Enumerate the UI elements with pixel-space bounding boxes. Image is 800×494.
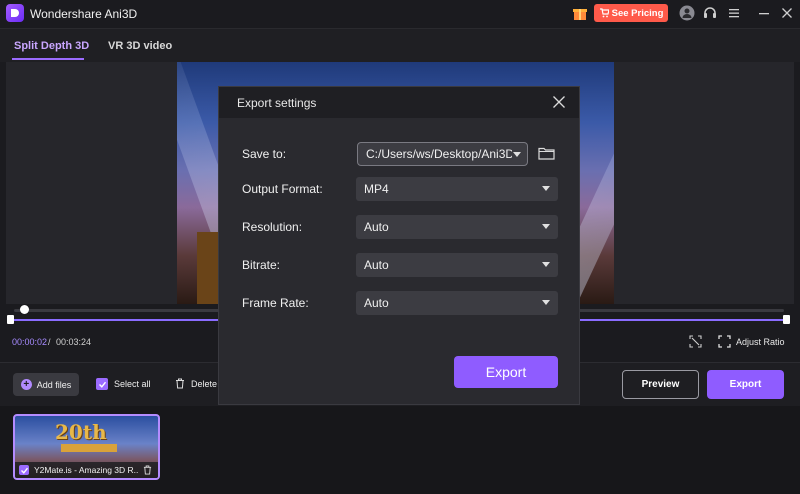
- active-tab-indicator: [12, 58, 84, 60]
- trim-start-handle[interactable]: [7, 315, 14, 324]
- dialog-header: Export settings: [219, 87, 579, 118]
- adjust-ratio-icon: [718, 335, 731, 348]
- see-pricing-label: See Pricing: [611, 7, 664, 19]
- gift-icon[interactable]: [572, 5, 588, 21]
- app-title: Wondershare Ani3D: [30, 7, 138, 21]
- select-all-label: Select all: [114, 379, 151, 389]
- file-thumbnail: [61, 444, 117, 452]
- export-button[interactable]: Export: [707, 370, 784, 399]
- adjust-ratio-label: Adjust Ratio: [736, 336, 785, 347]
- chevron-down-icon: [542, 262, 550, 267]
- checkbox-checked-icon: [96, 378, 108, 390]
- delete-button[interactable]: Delete: [175, 378, 217, 389]
- see-pricing-button[interactable]: See Pricing: [594, 4, 668, 22]
- trash-icon: [176, 378, 184, 389]
- cart-icon: [599, 8, 609, 18]
- dialog-title: Export settings: [237, 96, 317, 110]
- save-to-value: C:/Users/ws/Desktop/Ani3D: [366, 147, 512, 161]
- close-icon[interactable]: [552, 95, 566, 109]
- resolution-dropdown[interactable]: Auto: [356, 215, 558, 239]
- file-thumbnail-text: 20th: [55, 420, 107, 444]
- bitrate-value: Auto: [364, 258, 389, 272]
- export-settings-dialog: Export settings Save to: C:/Users/ws/Des…: [218, 86, 580, 405]
- output-format-value: MP4: [364, 182, 389, 196]
- chevron-down-icon: [542, 300, 550, 305]
- trim-end-handle[interactable]: [783, 315, 790, 324]
- plus-icon: +: [20, 379, 32, 390]
- resolution-label: Resolution:: [242, 220, 303, 234]
- resolution-value: Auto: [364, 220, 389, 234]
- total-time: 00:03:24: [56, 337, 92, 347]
- close-window-icon[interactable]: [779, 5, 795, 21]
- account-icon[interactable]: [679, 5, 695, 21]
- save-to-dropdown[interactable]: C:/Users/ws/Desktop/Ani3D: [357, 142, 528, 166]
- dialog-export-button[interactable]: Export: [454, 356, 558, 388]
- title-bar: Wondershare Ani3D See Pricing: [0, 0, 800, 28]
- current-time: 00:00:02: [12, 337, 48, 347]
- preview-button[interactable]: Preview: [622, 370, 699, 399]
- fullscreen-icon[interactable]: [689, 335, 702, 348]
- chevron-down-icon: [542, 224, 550, 229]
- save-to-label: Save to:: [242, 147, 287, 161]
- tab-split-depth-3d[interactable]: Split Depth 3D: [14, 40, 89, 52]
- adjust-ratio-button[interactable]: Adjust Ratio: [718, 335, 785, 348]
- frame-rate-dropdown[interactable]: Auto: [356, 291, 558, 315]
- select-all-checkbox[interactable]: Select all: [96, 378, 151, 390]
- frame-rate-value: Auto: [364, 296, 389, 310]
- app-logo-icon: [6, 4, 24, 22]
- playhead-handle[interactable]: [20, 305, 29, 314]
- add-files-label: Add files: [36, 379, 72, 390]
- menu-icon[interactable]: [726, 5, 742, 21]
- support-headset-icon[interactable]: [702, 5, 718, 21]
- file-card-footer: Y2Mate.is - Amazing 3D R...: [15, 462, 158, 478]
- file-card[interactable]: 20th Y2Mate.is - Amazing 3D R...: [13, 414, 160, 480]
- chevron-down-icon: [513, 152, 521, 157]
- file-trash-icon[interactable]: [143, 465, 152, 475]
- output-format-dropdown[interactable]: MP4: [356, 177, 558, 201]
- frame-rate-label: Frame Rate:: [242, 296, 309, 310]
- output-format-label: Output Format:: [242, 182, 323, 196]
- minimize-icon[interactable]: [756, 5, 772, 21]
- folder-icon[interactable]: [538, 146, 555, 160]
- add-files-button[interactable]: + Add files: [13, 373, 79, 396]
- bitrate-dropdown[interactable]: Auto: [356, 253, 558, 277]
- file-name: Y2Mate.is - Amazing 3D R...: [34, 465, 138, 475]
- chevron-down-icon: [542, 186, 550, 191]
- tab-vr-3d-video[interactable]: VR 3D video: [108, 40, 172, 52]
- delete-label: Delete: [191, 378, 218, 389]
- file-checkbox-icon[interactable]: [19, 465, 29, 475]
- time-separator: /: [48, 337, 51, 347]
- bitrate-label: Bitrate:: [242, 258, 281, 272]
